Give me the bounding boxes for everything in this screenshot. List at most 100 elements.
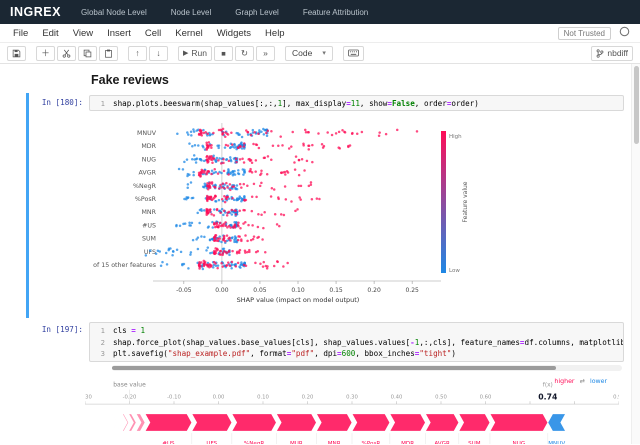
vertical-scrollbar-thumb[interactable] [634,66,639,144]
brand-logo: INGREX [10,5,61,19]
nbdiff-label: nbdiff [607,48,628,58]
section-heading: Fake reviews [91,73,624,87]
keyboard-shortcuts-button[interactable] [343,46,364,61]
svg-text:UFS: UFS [206,441,217,444]
code-cell-beeswarm[interactable]: In [180]: 1shap.plots.beeswarm(shap_valu… [26,93,624,318]
menu-widgets[interactable]: Widgets [210,28,258,39]
svg-text:-0.10: -0.10 [167,394,181,400]
top-nav: Global Node Level Node Level Graph Level Fe… [81,8,368,17]
svg-text:Feature value: Feature value [462,182,469,223]
svg-text:0.30: 0.30 [346,394,358,400]
markdown-cell[interactable]: Fake reviews [26,68,624,93]
svg-text:NUG: NUG [513,441,526,444]
svg-text:MNUV: MNUV [137,130,157,137]
svg-text:-0.05: -0.05 [176,287,192,294]
svg-text:High: High [449,134,462,140]
run-label: Run [191,48,207,58]
svg-text:%PosR: %PosR [135,196,157,203]
menu-bar: FileEditViewInsertCellKernelWidgetsHelp … [0,24,640,43]
restart-kernel-button[interactable]: ↻ [235,46,254,61]
top-tab-node-level[interactable]: Node Level [171,8,211,17]
svg-text:MDR: MDR [141,144,156,151]
top-tab-graph-level[interactable]: Graph Level [235,8,279,17]
svg-text:Low: Low [449,268,460,274]
restart-run-all-button[interactable]: » [256,46,275,61]
menu-insert[interactable]: Insert [100,28,138,39]
code-editor[interactable]: 1cls = 12shap.force_plot(shap_values.bas… [89,322,624,361]
svg-text:0.20: 0.20 [367,287,381,294]
svg-text:base value: base value [113,381,146,388]
svg-text:MNUV: MNUV [548,441,565,444]
app-window: INGREX Global Node Level Node Level Graph … [0,0,640,444]
run-icon: ▶ [183,49,188,57]
svg-text:#US: #US [142,223,156,230]
restart-icon: ↻ [241,48,248,59]
svg-text:-0.20: -0.20 [123,394,137,400]
svg-text:NUG: NUG [142,157,156,164]
save-icon [12,49,21,58]
add-cell-button[interactable]: ＋ [36,46,55,61]
svg-text:0.10: 0.10 [257,394,269,400]
svg-text:0.05: 0.05 [253,287,267,294]
svg-text:0.60: 0.60 [480,394,492,400]
horizontal-scrollbar-thumb[interactable] [112,366,556,370]
svg-text:0.74: 0.74 [538,392,558,401]
top-tab-feature-attribution[interactable]: Feature Attribution [303,8,368,17]
vertical-scrollbar[interactable] [631,64,640,444]
app-topbar: INGREX Global Node Level Node Level Graph … [0,0,640,24]
beeswarm-plot: -0.050.000.050.100.150.200.25SHAP value … [91,115,473,309]
code-editor[interactable]: 1shap.plots.beeswarm(shap_values[:,:,1],… [89,95,624,111]
run-button[interactable]: ▶ Run [178,46,212,61]
menu-items: FileEditViewInsertCellKernelWidgetsHelp [6,28,292,39]
svg-text:0.50: 0.50 [435,394,447,400]
cell-type-value: Code [292,48,312,58]
svg-text:MNR: MNR [328,441,341,444]
menu-kernel[interactable]: Kernel [168,28,209,39]
kernel-indicator-icon [619,26,630,40]
input-prompt: In [197]: [29,322,89,371]
top-tab-global-node-level[interactable]: Global Node Level [81,8,147,17]
menu-file[interactable]: File [6,28,35,39]
svg-text:SUM: SUM [142,236,156,243]
nbdiff-button[interactable]: nbdiff [591,46,633,61]
cell-type-dropdown[interactable]: Code ▾ [285,46,333,61]
code-cell-force[interactable]: In [197]: 1cls = 12shap.force_plot(shap_… [26,320,624,444]
stop-icon: ■ [221,49,226,58]
svg-text:MNR: MNR [141,210,156,217]
move-down-button[interactable]: ↓ [149,46,168,61]
line-number: 1 [94,326,105,336]
menu-edit[interactable]: Edit [35,28,65,39]
svg-text:AVGR: AVGR [434,441,450,444]
paste-cell-button[interactable] [99,46,118,61]
menubar-right: Not Trusted [558,26,634,40]
svg-text:0.00: 0.00 [213,394,225,400]
svg-text:MUR: MUR [290,441,303,444]
svg-text:SHAP value (impact on model ou: SHAP value (impact on model output) [237,296,360,304]
svg-text:AVGR: AVGR [139,170,157,177]
move-up-button[interactable]: ↑ [128,46,147,61]
cut-cell-button[interactable] [57,46,76,61]
svg-text:0.40: 0.40 [391,394,403,400]
menu-view[interactable]: View [66,28,100,39]
svg-text:Sum of 15 other features: Sum of 15 other features [91,262,156,269]
copy-cell-button[interactable] [78,46,97,61]
stop-button[interactable]: ■ [214,46,233,61]
menu-help[interactable]: Help [258,28,292,39]
svg-text:SUM: SUM [468,441,481,444]
menu-cell[interactable]: Cell [138,28,168,39]
paste-icon [104,49,113,58]
svg-text:⇄: ⇄ [580,378,585,385]
svg-text:%NegR: %NegR [244,441,265,444]
line-number: 3 [94,349,105,359]
plus-icon: ＋ [41,47,50,59]
line-number: 2 [94,338,105,348]
svg-text:0.00: 0.00 [215,287,229,294]
horizontal-scrollbar[interactable] [112,365,622,371]
arrow-up-icon: ↑ [135,48,139,58]
svg-text:%PosR: %PosR [362,441,381,444]
trust-badge[interactable]: Not Trusted [558,27,611,40]
svg-text:#US: #US [162,441,175,444]
svg-text:f(x): f(x) [543,382,553,388]
svg-text:0.25: 0.25 [405,287,419,294]
save-button[interactable] [7,46,26,61]
